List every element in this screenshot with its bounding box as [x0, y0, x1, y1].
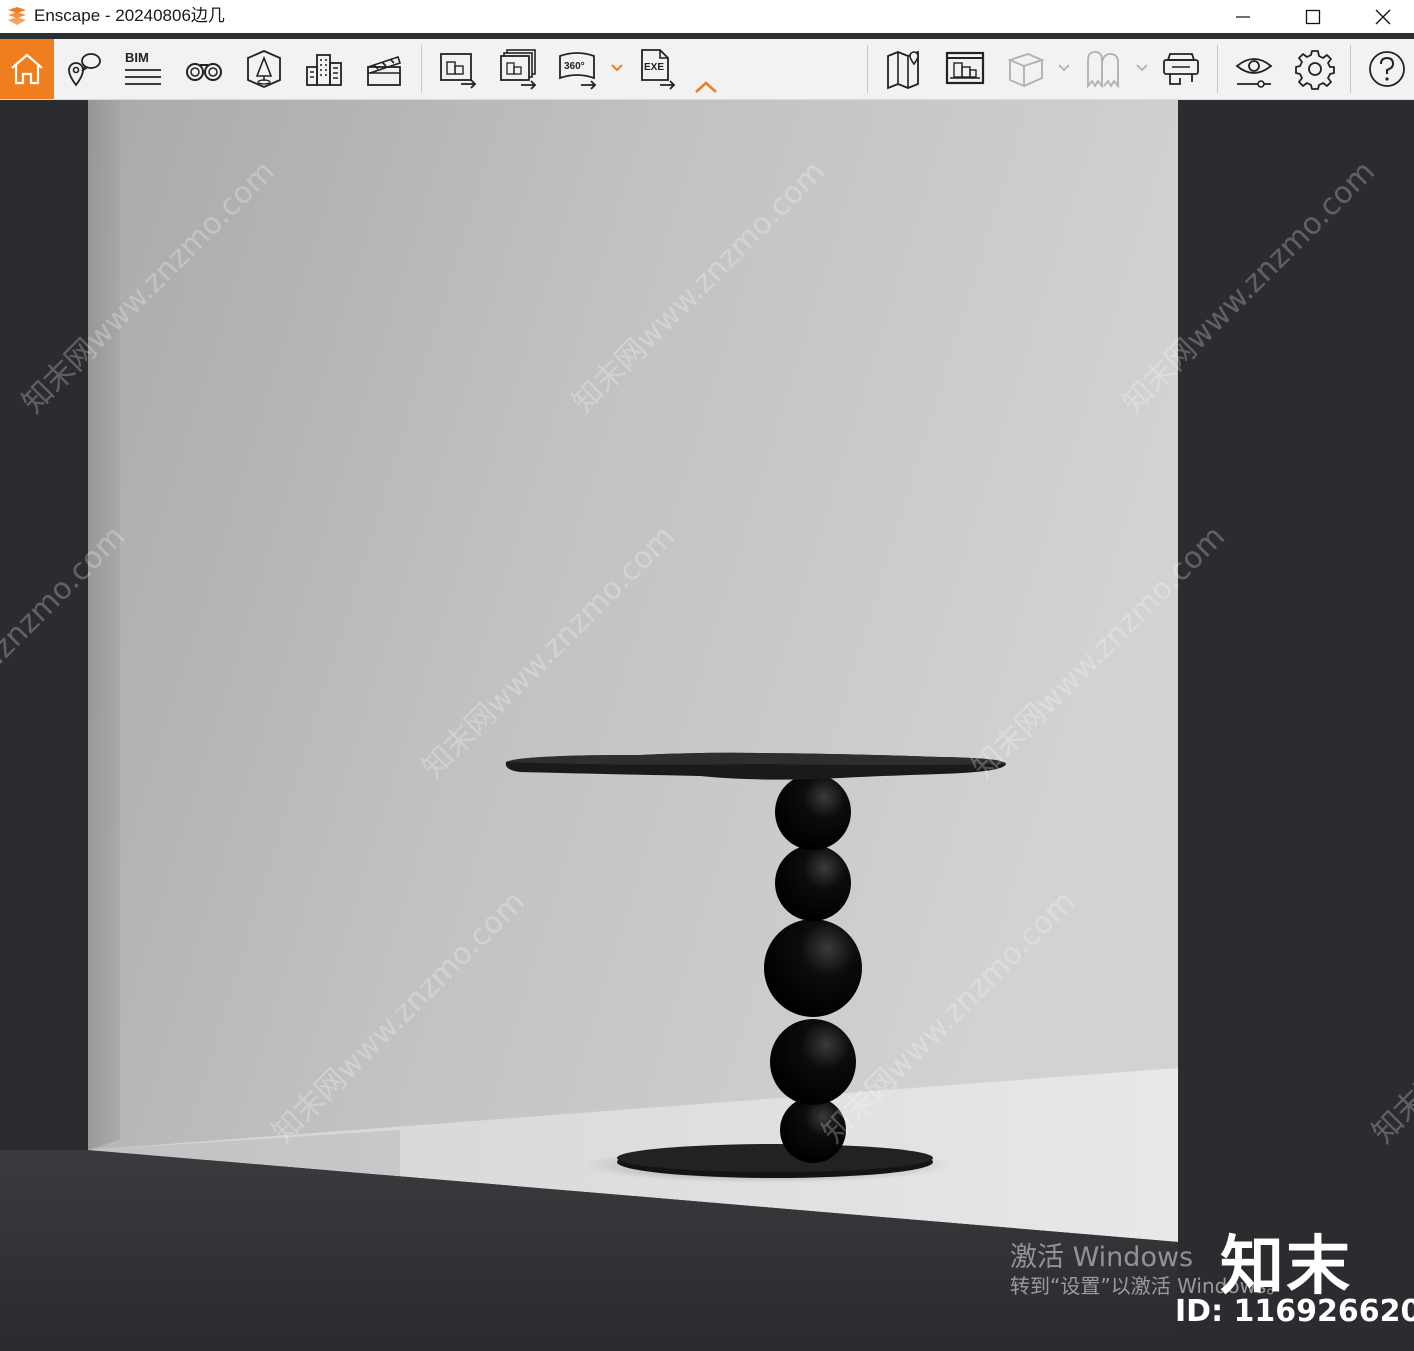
- exe-label: EXE: [644, 62, 664, 73]
- panorama-label: 360°: [564, 61, 585, 72]
- box-view-icon: [1007, 53, 1045, 88]
- box-view-button[interactable]: [998, 39, 1052, 99]
- vr-headset-button[interactable]: [1154, 39, 1208, 99]
- close-icon: [1375, 9, 1391, 24]
- window-title: Enscape - 20240806边几: [34, 6, 225, 25]
- batch-export-button[interactable]: [491, 39, 545, 99]
- windows-activation-title: 激活 Windows: [1010, 1242, 1194, 1273]
- export-screenshot-button[interactable]: [431, 39, 485, 99]
- visual-settings-icon: [1235, 58, 1273, 88]
- box-view-chevron-down-icon[interactable]: [1057, 61, 1071, 75]
- map-icon: [887, 50, 919, 90]
- panorama-dropdown-chevron-down-icon[interactable]: [610, 61, 624, 75]
- export-exe-button[interactable]: EXE: [630, 39, 684, 99]
- location-chat-button[interactable]: [57, 39, 111, 99]
- toolbar-separator: [421, 45, 422, 93]
- binoculars-icon: [186, 63, 222, 81]
- site-context-button[interactable]: [297, 39, 351, 99]
- home-button[interactable]: [0, 39, 54, 99]
- ghost-mode-button[interactable]: [1076, 39, 1130, 99]
- ghost-mode-chevron-down-icon[interactable]: [1135, 61, 1149, 75]
- brand-id-text: ID: 1169266203: [1175, 1294, 1414, 1329]
- video-editor-button[interactable]: [357, 39, 411, 99]
- minimize-button[interactable]: [1213, 0, 1273, 33]
- home-icon: [11, 53, 43, 85]
- location-chat-icon: [68, 53, 101, 87]
- batch-export-icon: [500, 49, 537, 90]
- title-bar: Enscape - 20240806边几: [0, 0, 1414, 33]
- sketch-view-button[interactable]: [938, 39, 992, 99]
- help-button[interactable]: [1360, 39, 1414, 99]
- bim-label: BIM: [125, 50, 149, 65]
- enscape-logo-icon: [8, 7, 26, 25]
- minimize-icon: [1236, 15, 1250, 18]
- maximize-icon: [1305, 9, 1321, 24]
- export-exe-icon: EXE: [641, 49, 676, 90]
- visual-settings-button[interactable]: [1227, 39, 1281, 99]
- ghost-icon: [1087, 51, 1119, 89]
- main-toolbar: BIM 360° EXE: [0, 39, 1414, 100]
- settings-button[interactable]: [1288, 39, 1342, 99]
- vr-headset-icon: [1163, 53, 1199, 85]
- render-viewport[interactable]: 知末网www.znzmo.com 知末网www.znzmo.com 知末网www…: [0, 100, 1414, 1351]
- settings-gear-icon: [1295, 50, 1335, 90]
- help-icon: [1369, 51, 1405, 87]
- close-button[interactable]: [1353, 0, 1413, 33]
- asset-library-button[interactable]: [237, 39, 291, 99]
- asset-library-icon: [247, 50, 281, 88]
- toolbar-separator: [867, 45, 868, 93]
- toolbar-separator: [1350, 45, 1351, 93]
- toolbar-separator: [1217, 45, 1218, 93]
- collapse-up-icon[interactable]: [693, 79, 719, 95]
- sketch-view-icon: [945, 51, 985, 85]
- panorama-button[interactable]: 360°: [551, 39, 605, 99]
- bim-button[interactable]: BIM: [116, 39, 170, 99]
- clapperboard-icon: [367, 55, 402, 86]
- maximize-button[interactable]: [1283, 0, 1343, 33]
- views-button[interactable]: [177, 39, 231, 99]
- export-screenshot-icon: [440, 53, 477, 89]
- map-button[interactable]: [878, 39, 932, 99]
- bim-icon: BIM: [125, 50, 161, 85]
- buildings-icon: [306, 54, 342, 86]
- panorama-360-icon: 360°: [559, 52, 597, 90]
